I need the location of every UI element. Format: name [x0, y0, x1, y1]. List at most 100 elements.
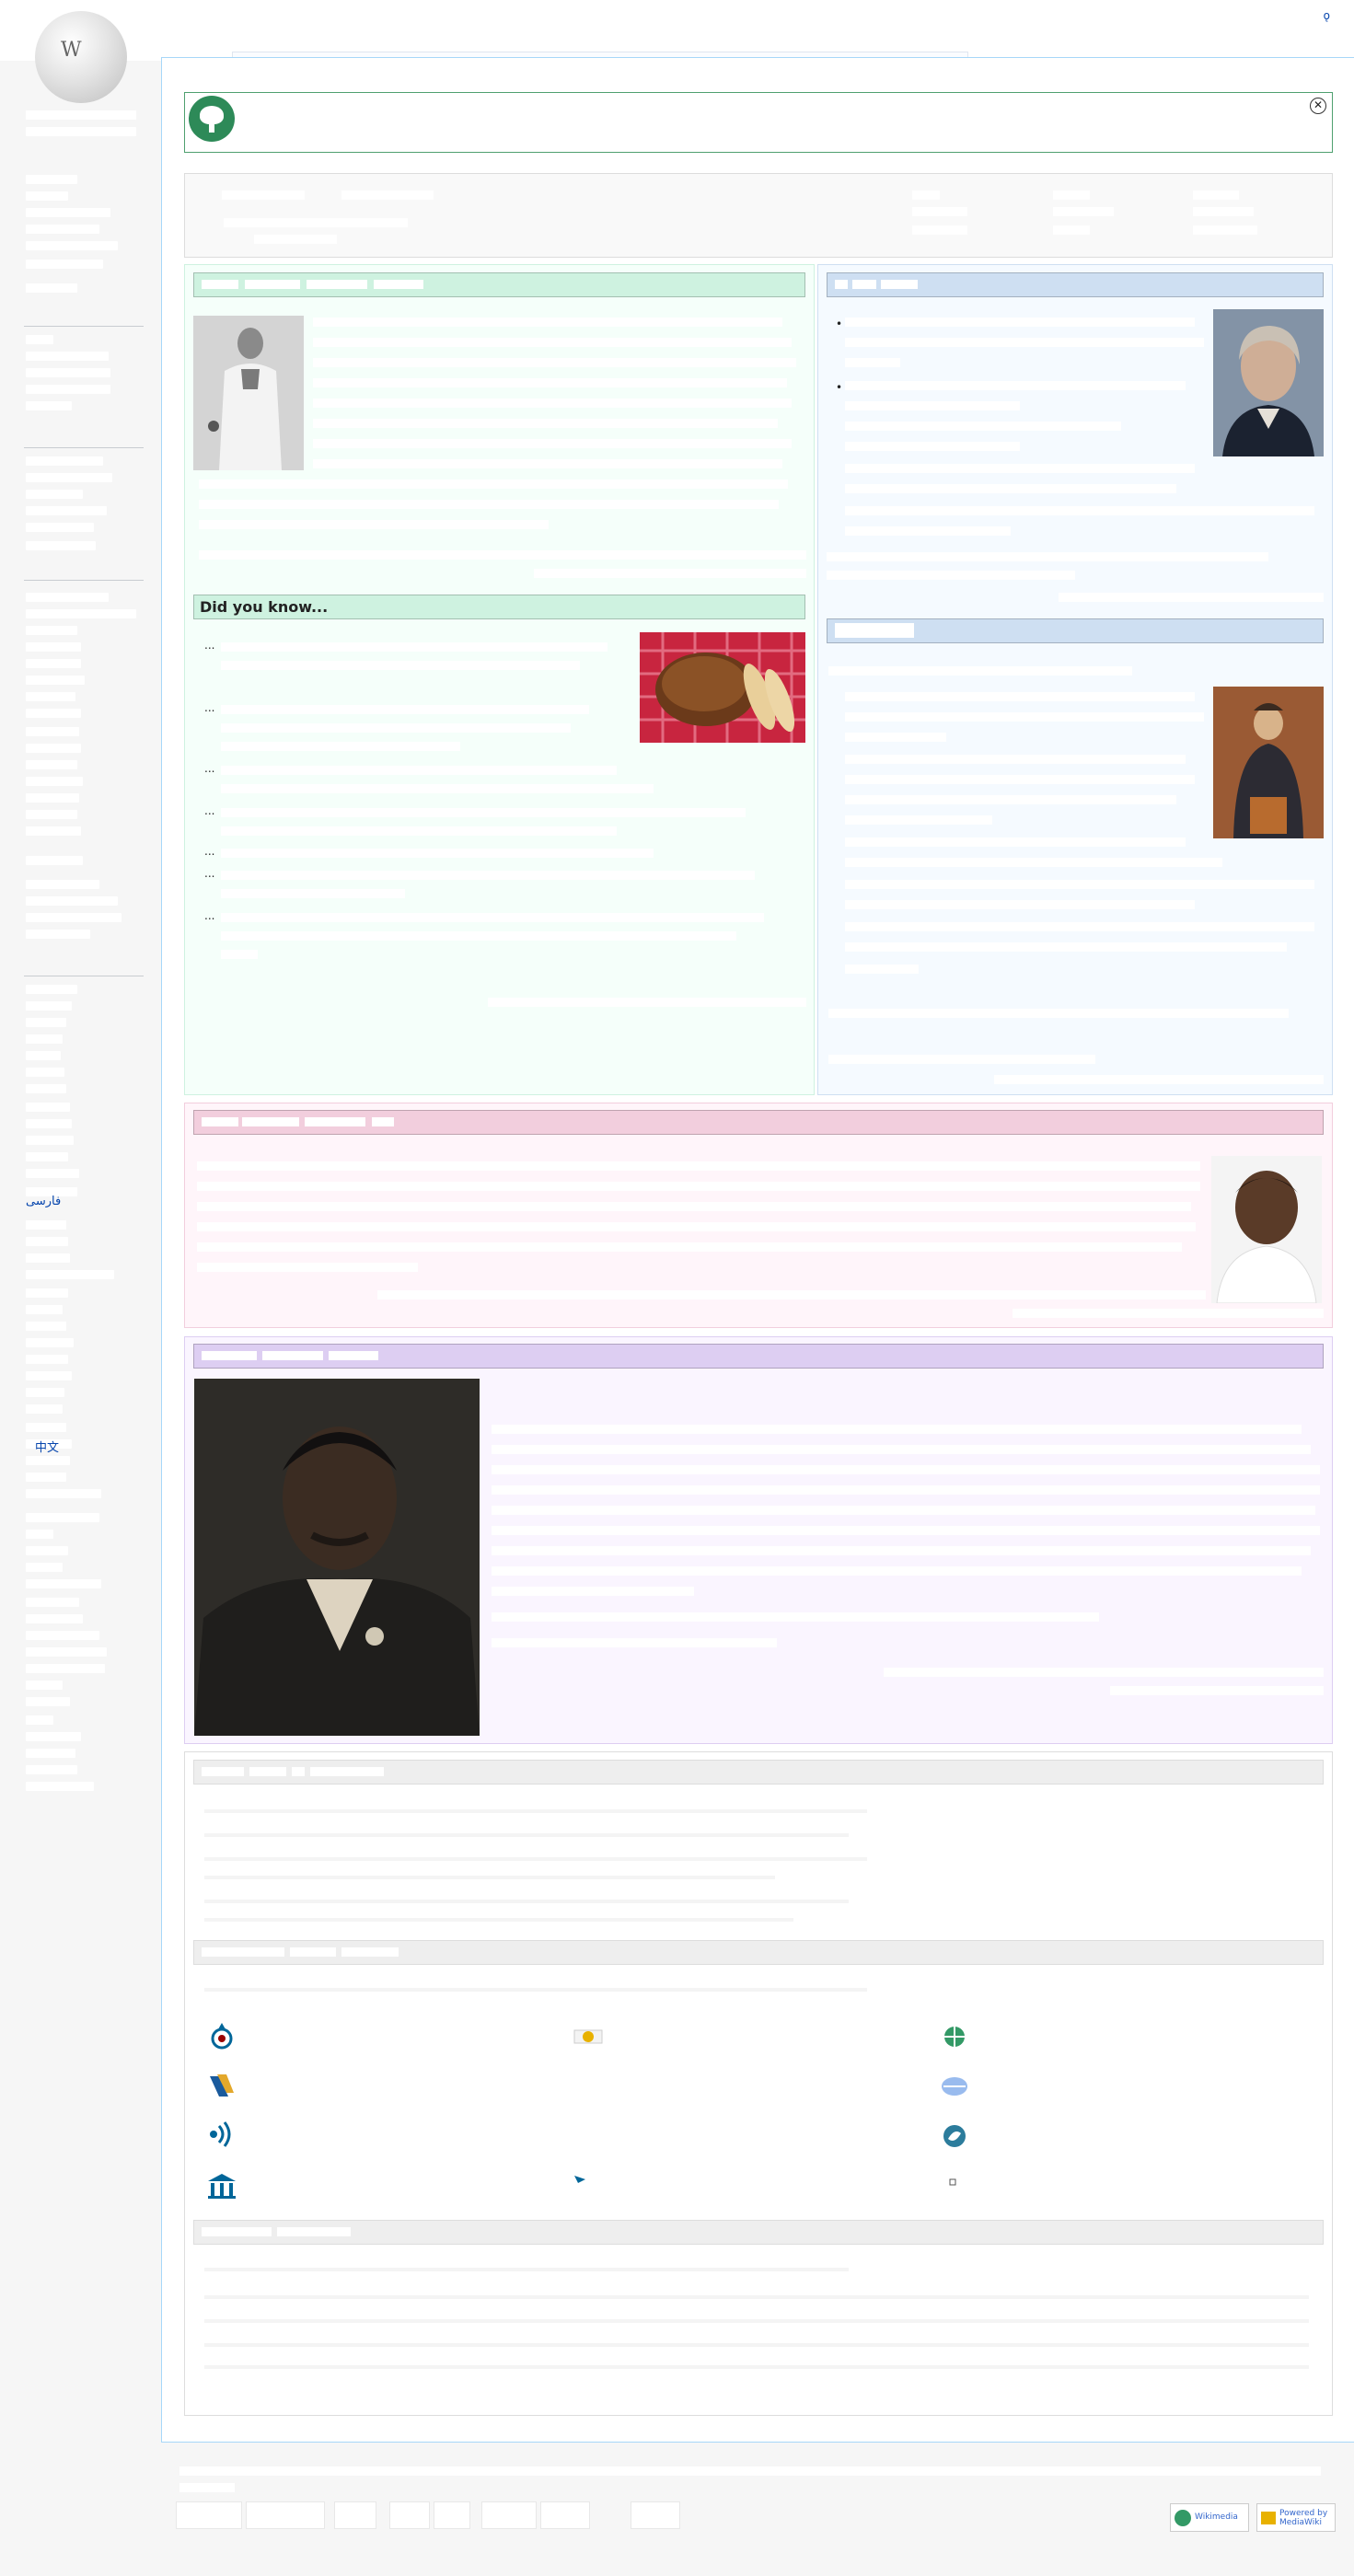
- sidebar-item[interactable]: [26, 1530, 53, 1539]
- other-areas-item[interactable]: [204, 1809, 867, 1813]
- sidebar-item[interactable]: [26, 523, 94, 532]
- politician-portrait[interactable]: [1213, 309, 1324, 456]
- itn-recent-deaths[interactable]: [827, 571, 1075, 580]
- languages-list[interactable]: [204, 2295, 1309, 2299]
- sidebar-item-main-page[interactable]: [26, 110, 136, 120]
- sidebar-item[interactable]: [26, 1371, 72, 1380]
- sidebar-item[interactable]: [26, 1051, 61, 1060]
- sidebar-item[interactable]: [26, 1103, 70, 1112]
- sidebar-item[interactable]: [26, 1579, 101, 1588]
- sidebar-item[interactable]: [26, 1338, 74, 1347]
- sidebar-item[interactable]: [26, 1473, 66, 1482]
- featured-portrait-photo[interactable]: [194, 1379, 480, 1736]
- featured-person-more-links[interactable]: [377, 1290, 1206, 1300]
- meta-wiki-icon[interactable]: [939, 2021, 970, 2052]
- sidebar-item[interactable]: [26, 506, 107, 515]
- languages-list[interactable]: [204, 2343, 1309, 2347]
- wikimedia-badge[interactable]: Wikimedia: [1170, 2503, 1249, 2532]
- sidebar-item[interactable]: [26, 490, 83, 499]
- close-icon[interactable]: ✕: [1310, 98, 1326, 114]
- sidebar-item[interactable]: [26, 1614, 83, 1623]
- itn-ongoing[interactable]: [827, 552, 1268, 561]
- sidebar-item[interactable]: [26, 593, 109, 602]
- sidebar-item[interactable]: [26, 896, 118, 906]
- sidebar-item[interactable]: [26, 1697, 70, 1706]
- commons-icon[interactable]: [206, 2021, 237, 2052]
- sidebar-item[interactable]: [26, 1355, 68, 1364]
- sidebar-item[interactable]: [26, 1782, 94, 1791]
- sidebar-item[interactable]: [26, 1563, 63, 1572]
- sidebar-item-contents[interactable]: [26, 127, 136, 136]
- mediawiki-icon[interactable]: [573, 2021, 604, 2052]
- other-areas-item[interactable]: [204, 1876, 775, 1879]
- portal-link[interactable]: [912, 191, 940, 200]
- sidebar-item[interactable]: [26, 642, 81, 652]
- mediawiki-badge[interactable]: Powered by MediaWiki: [1256, 2503, 1336, 2532]
- sidebar-item[interactable]: [26, 1034, 63, 1044]
- sidebar-item[interactable]: [26, 1546, 68, 1555]
- footer-link-contact[interactable]: [389, 2501, 430, 2529]
- tfa-more-links[interactable]: [534, 569, 806, 578]
- sidebar-item[interactable]: [26, 1270, 114, 1279]
- sidebar-item[interactable]: [26, 1681, 63, 1690]
- wikipedia-logo[interactable]: W: [35, 11, 127, 103]
- sidebar-item[interactable]: [26, 1598, 79, 1607]
- sidebar-item[interactable]: [26, 473, 112, 482]
- historical-painting[interactable]: [1213, 687, 1324, 838]
- sidebar-item[interactable]: [26, 626, 77, 635]
- sidebar-item[interactable]: [26, 930, 90, 939]
- footer-link-cookie[interactable]: [481, 2501, 537, 2529]
- otd-archive-links[interactable]: [828, 1055, 1095, 1064]
- sidebar-item[interactable]: [26, 1305, 63, 1314]
- sidebar-item[interactable]: [26, 191, 68, 201]
- sidebar-item[interactable]: [26, 1084, 66, 1093]
- sidebar-item[interactable]: [26, 1136, 74, 1145]
- sidebar-item[interactable]: [26, 208, 110, 217]
- portal-link[interactable]: [1053, 207, 1114, 216]
- wiktionary-icon[interactable]: [939, 2170, 970, 2201]
- sidebar-item[interactable]: [26, 1732, 81, 1741]
- other-areas-item[interactable]: [204, 1900, 849, 1903]
- otd-more-links[interactable]: [994, 1075, 1324, 1084]
- user-menu-link[interactable]: ǫ: [1324, 9, 1330, 22]
- sidebar-item[interactable]: [26, 676, 85, 685]
- sidebar-item[interactable]: [26, 1169, 79, 1178]
- footer-link-disclaimers[interactable]: [334, 2501, 376, 2529]
- sidebar-item[interactable]: [26, 1237, 68, 1246]
- sidebar-item[interactable]: [26, 225, 99, 234]
- sidebar-item[interactable]: [26, 241, 118, 250]
- sidebar-item[interactable]: [26, 1220, 66, 1230]
- sidebar-item[interactable]: [26, 541, 96, 550]
- sidebar-item[interactable]: [26, 1001, 72, 1011]
- sidebar-item[interactable]: [26, 609, 136, 618]
- sidebar-item[interactable]: [26, 1489, 101, 1498]
- sidebar-item[interactable]: [26, 175, 77, 184]
- sidebar-item[interactable]: [26, 1152, 68, 1161]
- sidebar-item[interactable]: [26, 1456, 70, 1465]
- sidebar-item[interactable]: [26, 692, 75, 701]
- wikispecies-icon[interactable]: [939, 2120, 970, 2152]
- wikiquote-icon[interactable]: [206, 2119, 237, 2150]
- potd-more-links[interactable]: [884, 1668, 1324, 1677]
- wikidata-icon[interactable]: [573, 2071, 604, 2102]
- sidebar-item[interactable]: [26, 368, 110, 377]
- languages-list[interactable]: [204, 2365, 1309, 2369]
- sidebar-item[interactable]: [26, 826, 81, 836]
- languages-list[interactable]: [204, 2319, 1309, 2323]
- sidebar-item[interactable]: [26, 352, 109, 361]
- sidebar-item[interactable]: [26, 1119, 72, 1128]
- wikibooks-icon[interactable]: [206, 2071, 237, 2102]
- portal-link[interactable]: [1193, 191, 1239, 200]
- footer-link-mobile[interactable]: [540, 2501, 590, 2529]
- sidebar-item[interactable]: [26, 260, 103, 269]
- sidebar-item[interactable]: [26, 760, 77, 769]
- sidebar-item[interactable]: [26, 335, 53, 344]
- sidebar-item[interactable]: [26, 727, 79, 736]
- otd-more-anniversaries[interactable]: [828, 1009, 1289, 1018]
- portal-link[interactable]: [1193, 225, 1257, 235]
- sidebar-item[interactable]: [26, 401, 72, 410]
- sidebar-item[interactable]: [26, 793, 79, 803]
- potd-more-links[interactable]: [1110, 1686, 1324, 1695]
- sidebar-item[interactable]: [26, 1423, 66, 1432]
- sidebar-item[interactable]: [26, 985, 77, 994]
